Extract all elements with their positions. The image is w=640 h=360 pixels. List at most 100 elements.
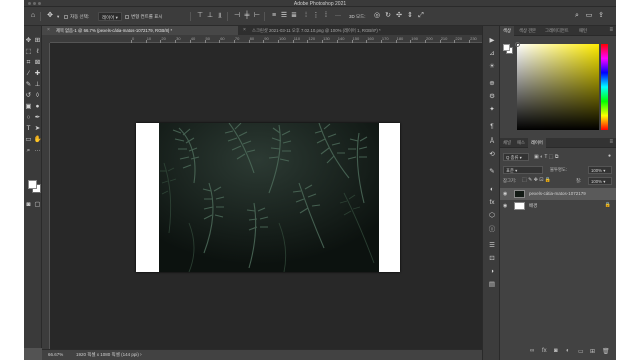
link-layers-icon[interactable]: ∞ — [530, 348, 534, 354]
tab-color[interactable]: 색상 — [500, 26, 514, 36]
paragraph-icon[interactable]: ¶ — [486, 121, 498, 132]
show-transform-checkbox[interactable]: 변형 컨트롤 표시 — [125, 12, 162, 21]
tab-gradients[interactable]: 그레이디언트 — [542, 26, 572, 36]
timeline-icon[interactable]: ☰ — [486, 240, 498, 251]
blur-tool-icon[interactable]: ● — [33, 102, 42, 111]
frame-tool-icon[interactable]: ⊠ — [33, 58, 42, 67]
layer-row[interactable]: ◉ pexels-cátia-matos-1072179 — [500, 188, 616, 200]
add-mask-icon[interactable]: ◙ — [554, 348, 558, 354]
tab-layers[interactable]: 레이어 — [528, 138, 546, 148]
quick-mask-icon[interactable]: ◙ — [24, 200, 33, 209]
ruler-origin[interactable] — [42, 35, 50, 43]
align-bottom-icon[interactable]: ⫫ — [215, 11, 225, 21]
auto-select-checkbox[interactable]: 자동 선택: — [64, 12, 89, 21]
crop-tool-icon[interactable]: ⌗ — [24, 58, 33, 67]
learn-icon[interactable]: ☀ — [486, 61, 498, 72]
info-icon[interactable]: ⓘ — [486, 224, 498, 235]
3d-icon[interactable]: ⬡ — [486, 210, 498, 221]
brush-settings-icon[interactable]: ✦ — [486, 104, 498, 115]
artboard-tool-icon[interactable]: ⊞ — [33, 36, 42, 45]
tab-patterns[interactable]: 패턴 — [576, 26, 590, 36]
panel-menu-icon[interactable]: ≡ — [609, 27, 613, 33]
filter-toggle-icon[interactable]: ● — [608, 153, 611, 159]
status-arrow-icon[interactable]: › — [140, 352, 142, 358]
character-icon[interactable]: Å — [486, 136, 498, 147]
share-icon[interactable]: ⇪ — [596, 11, 606, 21]
document-tab-inactive[interactable]: × 스크린샷 2021-03-11 오후 7.02.10.png @ 100% … — [238, 26, 434, 35]
horizontal-ruler[interactable]: 0 10 20 30 40 50 60 70 80 90 100 110 120 130 140 150 160… — [50, 35, 482, 43]
document-tab-active[interactable]: × 제목 없음-1 @ 66.7% (pexels-cátia-matos-10… — [42, 26, 238, 35]
styles-icon[interactable]: fx — [486, 197, 498, 208]
move-tool-icon[interactable]: ✥ — [24, 36, 33, 45]
marquee-tool-icon[interactable]: ⬚ — [24, 47, 33, 56]
brush-tool-icon[interactable]: ✎ — [24, 80, 33, 89]
new-group-icon[interactable]: ▭ — [578, 348, 584, 355]
align-right-icon[interactable]: ⊢ — [252, 11, 262, 21]
panel-foreground-swatch[interactable] — [503, 44, 510, 51]
document-canvas[interactable] — [136, 123, 400, 272]
canvas-area[interactable]: 0 10 20 30 40 50 60 70 80 90 100 110 120 130 140 150 160… — [42, 35, 482, 349]
visibility-eye-icon[interactable]: ◉ — [503, 191, 507, 197]
blend-mode-dropdown[interactable]: 표준 ▾ — [503, 166, 543, 174]
align-top-icon[interactable]: ⊤ — [195, 11, 205, 21]
rectangle-tool-icon[interactable]: ▭ — [24, 135, 33, 144]
fern-photo-layer[interactable] — [159, 123, 379, 272]
color-picker-cursor[interactable] — [515, 42, 520, 47]
slide-3d-icon[interactable]: ⇕ — [405, 11, 415, 21]
adjustments-icon[interactable]: ⊿ — [486, 48, 498, 59]
drag-3d-icon[interactable]: ✣ — [394, 11, 404, 21]
history-icon[interactable]: ⟲ — [486, 149, 498, 160]
layer-filter-dropdown[interactable]: Q 종류 ▾ — [503, 153, 529, 161]
hand-tool-icon[interactable]: ✋ — [33, 135, 42, 144]
align-vertical-center-icon[interactable]: ⊥ — [205, 11, 215, 21]
eyedropper-tool-icon[interactable]: ∕ — [24, 69, 33, 78]
navigator-icon[interactable]: ⊡ — [486, 253, 498, 264]
visibility-eye-icon[interactable]: ◉ — [503, 203, 507, 209]
close-icon[interactable]: × — [47, 26, 50, 35]
layer-style-icon[interactable]: fx — [542, 348, 547, 354]
fill-input[interactable]: 100% ▾ — [588, 177, 612, 185]
vertical-ruler[interactable] — [42, 43, 50, 349]
move-tool-icon[interactable]: ✥ — [45, 11, 55, 21]
panel-menu-icon[interactable]: ≡ — [609, 139, 613, 145]
align-left-icon[interactable]: ⊣ — [232, 11, 242, 21]
hue-slider[interactable] — [601, 44, 608, 130]
brush-icon[interactable]: ✎ — [486, 166, 498, 177]
more-options-button[interactable]: ··· — [335, 12, 341, 21]
auto-select-dropdown[interactable]: 레이어 ▾ — [98, 12, 122, 21]
filter-pixel-icon[interactable]: ▣ ◐ T ⬚ ⧉ — [534, 154, 558, 160]
clone-stamp-icon[interactable]: ⊥ — [33, 80, 42, 89]
close-icon[interactable]: × — [243, 26, 246, 35]
eraser-tool-icon[interactable]: ◊ — [33, 91, 42, 100]
layer-row[interactable]: ◉ 배경 🔒 — [500, 200, 616, 212]
distribute-right-icon[interactable]: ⁞ — [321, 11, 331, 21]
zoom-level[interactable]: 66.67% — [48, 352, 63, 357]
align-horizontal-center-icon[interactable]: ╪ — [242, 11, 252, 21]
more-tools-icon[interactable]: ··· — [33, 146, 42, 155]
chevron-down-icon[interactable]: ▾ — [57, 12, 59, 21]
home-icon[interactable]: ⌂ — [28, 11, 38, 21]
workspace-icon[interactable]: ▭ — [584, 11, 594, 21]
search-icon[interactable]: ⌕ — [572, 11, 582, 21]
path-selection-icon[interactable]: ➤ — [33, 124, 42, 133]
orbit-3d-icon[interactable]: ◎ — [372, 11, 382, 21]
color-picker-field[interactable] — [517, 44, 599, 130]
pen-tool-icon[interactable]: ✒ — [33, 113, 42, 122]
adjustment-layer-icon[interactable]: ◐ — [566, 348, 570, 354]
channels-icon[interactable]: ◑ — [486, 266, 498, 277]
history-brush-icon[interactable]: ↺ — [24, 91, 33, 100]
distribute-left-icon[interactable]: ⦙ — [301, 11, 311, 21]
scale-3d-icon[interactable]: ⤢ — [416, 11, 426, 21]
adjustment-layer-icon[interactable]: ◐ — [486, 184, 498, 195]
roll-3d-icon[interactable]: ↻ — [383, 11, 393, 21]
dodge-tool-icon[interactable]: ○ — [24, 113, 33, 122]
opacity-input[interactable]: 100% ▾ — [588, 166, 612, 174]
distribute-bottom-icon[interactable]: ≣ — [289, 11, 299, 21]
type-tool-icon[interactable]: T — [24, 124, 33, 133]
tab-paths[interactable]: 패스 — [514, 138, 528, 148]
lasso-tool-icon[interactable]: ℓ — [33, 47, 42, 56]
healing-brush-icon[interactable]: ✚ — [33, 69, 42, 78]
new-layer-icon[interactable]: ⊞ — [590, 348, 595, 355]
layer-name[interactable]: pexels-cátia-matos-1072179 — [529, 191, 586, 196]
layer-name[interactable]: 배경 — [529, 203, 537, 209]
